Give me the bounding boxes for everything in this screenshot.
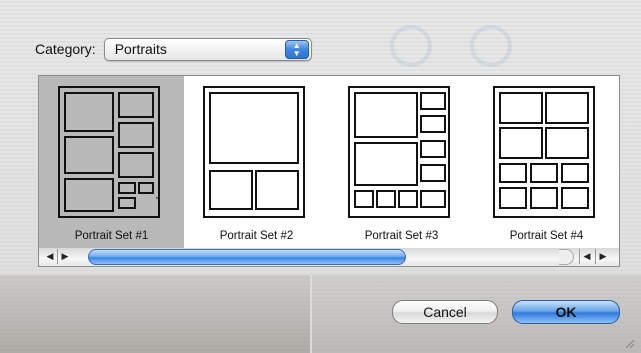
scroll-right-icon[interactable]: ▶ xyxy=(595,249,610,264)
category-popup-value: Portraits xyxy=(114,40,167,57)
scroll-left-icon[interactable]: ◀ xyxy=(43,249,57,264)
cancel-button[interactable]: Cancel xyxy=(392,300,498,324)
scroll-track-end xyxy=(559,249,574,265)
layout-cell-portrait-set-2[interactable]: Portrait Set #2 xyxy=(184,76,329,248)
scroll-left-icon[interactable]: ◀ xyxy=(579,249,594,264)
category-row: Category: Portraits ▲ ▼ xyxy=(35,37,312,61)
popup-arrows-icon: ▲ ▼ xyxy=(284,39,309,59)
scroll-right-icon[interactable]: ▶ xyxy=(57,249,72,264)
layout-cell-portrait-set-1[interactable]: Portrait Set #1 xyxy=(39,76,184,248)
category-popup[interactable]: Portraits ▲ ▼ xyxy=(103,37,312,61)
layout-thumbnail-3 xyxy=(348,86,450,218)
layout-thumbnail-4 xyxy=(493,86,595,218)
resize-grip-icon[interactable] xyxy=(623,337,635,349)
layout-chooser-sheet: Category: Portraits ▲ ▼ Portrait Set #1 … xyxy=(0,0,641,353)
layout-label: Portrait Set #1 xyxy=(74,230,149,242)
ok-button[interactable]: OK xyxy=(512,300,620,324)
layout-thumbnail-2 xyxy=(203,86,305,218)
scroll-thumb[interactable] xyxy=(88,249,406,265)
layout-label: Portrait Set #4 xyxy=(509,230,584,242)
layout-label: Portrait Set #3 xyxy=(364,230,439,242)
portrait-set-4-icon xyxy=(493,86,595,218)
layout-thumbnail-1 xyxy=(58,86,170,218)
portrait-set-1-icon xyxy=(58,86,170,218)
layout-label: Portrait Set #2 xyxy=(219,230,294,242)
horizontal-scrollbar[interactable]: ◀ ▶ ◀ ▶ xyxy=(38,248,620,267)
portrait-set-3-icon xyxy=(348,86,450,218)
layout-gallery: Portrait Set #1 Portrait Set #2 Portrait… xyxy=(38,75,620,249)
layout-cell-portrait-set-3[interactable]: Portrait Set #3 xyxy=(329,76,474,248)
category-label: Category: xyxy=(35,41,96,57)
layout-cell-portrait-set-4[interactable]: Portrait Set #4 xyxy=(474,76,619,248)
portrait-set-2-icon xyxy=(203,86,305,218)
